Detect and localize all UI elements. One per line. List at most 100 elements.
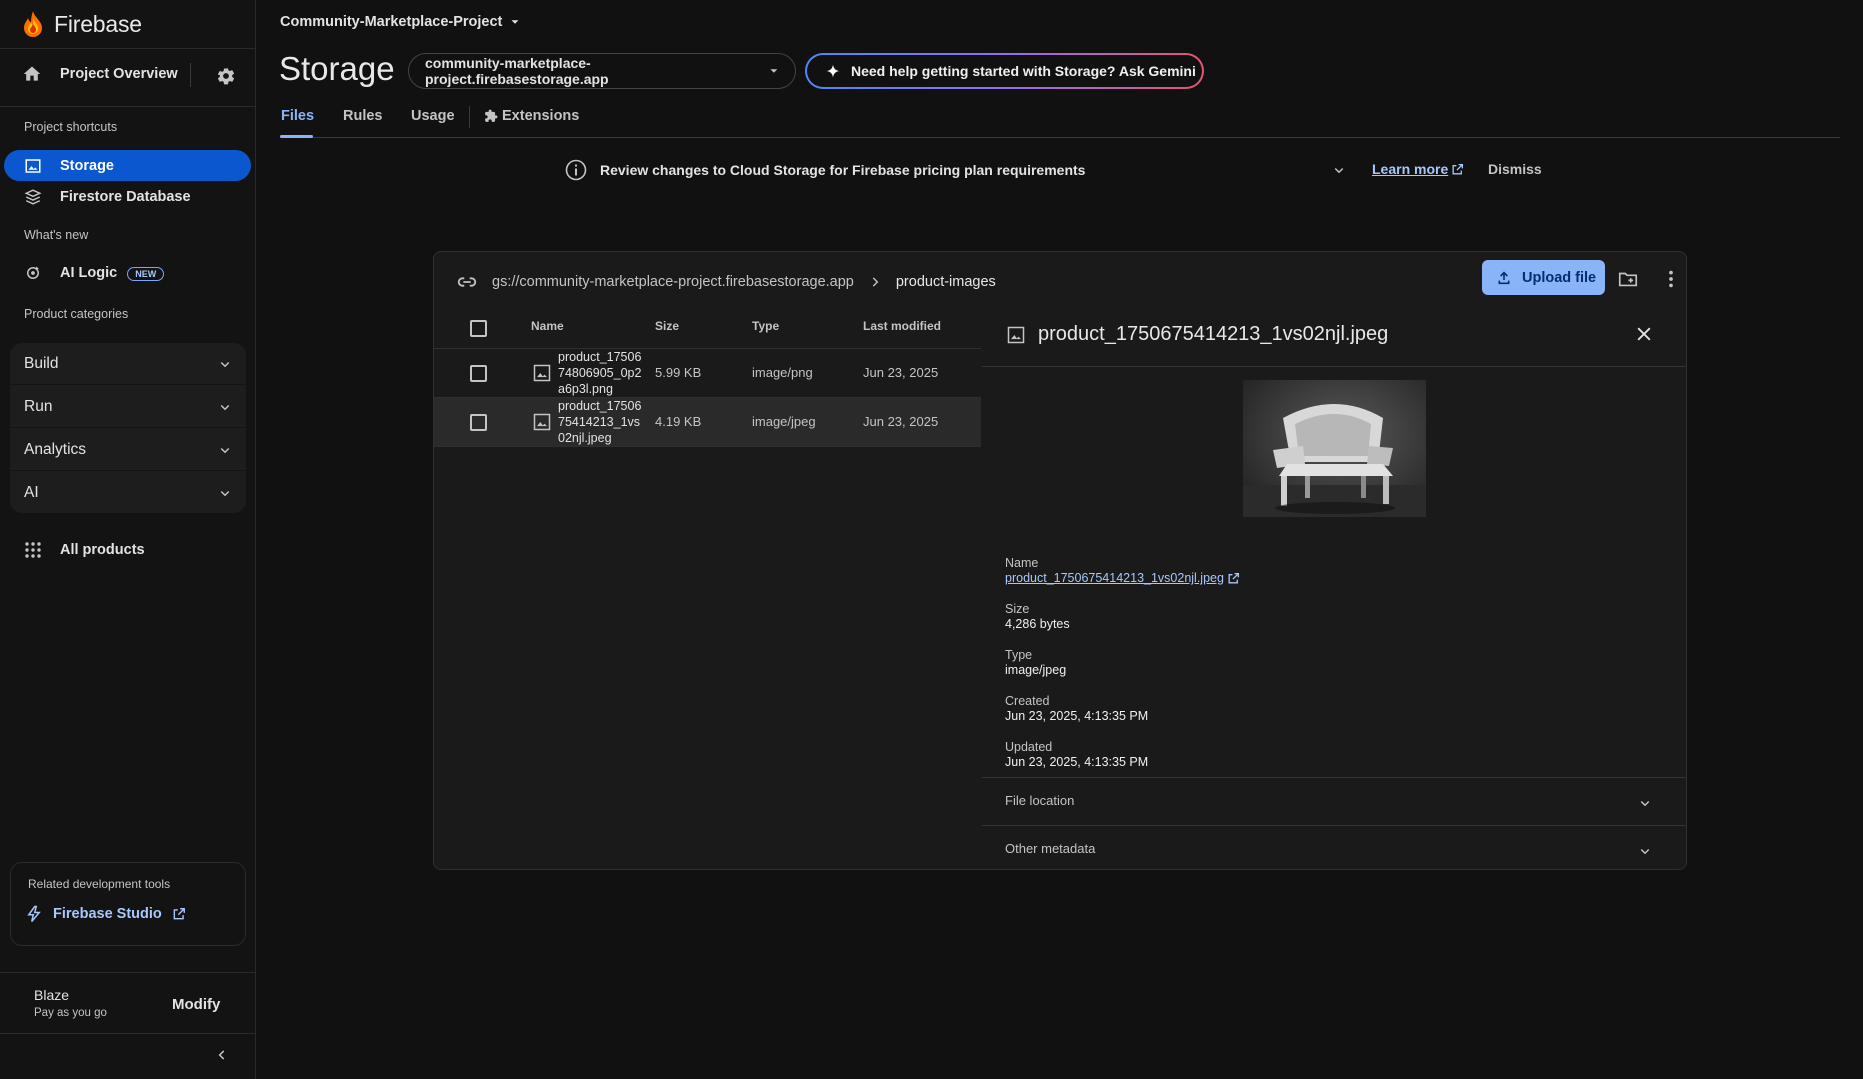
chevron-down-icon — [220, 447, 230, 453]
categories-label: Product categories — [24, 307, 129, 321]
link-icon[interactable] — [456, 271, 478, 293]
category-label: AI — [24, 484, 39, 501]
divider — [190, 63, 191, 87]
plan-name: Blaze — [34, 987, 70, 1003]
file-name[interactable]: product_1750674806905_0p2a6p3l.png — [558, 349, 642, 397]
size-value: 4,286 bytes — [1005, 617, 1070, 631]
updated-value: Jun 23, 2025, 4:13:35 PM — [1005, 755, 1149, 769]
created-label: Created — [1005, 694, 1050, 708]
project-selector[interactable]: Community-Marketplace-Project — [280, 14, 522, 30]
row-checkbox[interactable] — [470, 365, 487, 382]
chevron-down-icon — [1640, 800, 1650, 807]
sidebar-item-label: AI Logic — [60, 264, 118, 281]
sidebar-item-firestore[interactable]: Firestore Database — [4, 181, 251, 212]
project-name: Community-Marketplace-Project — [280, 14, 503, 30]
dismiss-button[interactable]: Dismiss — [1488, 161, 1542, 177]
divider — [982, 366, 1686, 367]
bucket-selector[interactable]: community-marketplace-project.firebasest… — [408, 53, 796, 89]
breadcrumb-current: product-images — [895, 274, 996, 290]
column-last-modified[interactable]: Last modified — [863, 319, 941, 333]
column-name[interactable]: Name — [531, 319, 564, 333]
sidebar-item-label: Firestore Database — [60, 188, 191, 205]
file-browser: gs://community-marketplace-project.fireb… — [433, 251, 1687, 870]
active-tab-indicator — [280, 135, 313, 138]
grid-icon — [25, 542, 41, 558]
collapse-sidebar-icon[interactable] — [215, 1048, 229, 1067]
tab-rules[interactable]: Rules — [343, 108, 383, 124]
tab-extensions[interactable]: Extensions — [484, 108, 579, 124]
modify-plan-button[interactable]: Modify — [172, 996, 220, 1013]
tab-label: Usage — [411, 108, 455, 124]
external-link-icon — [173, 908, 185, 920]
divider — [0, 106, 256, 107]
product-categories: Build Run Analytics AI — [10, 343, 246, 513]
chevron-right-icon — [872, 277, 879, 287]
firestore-icon — [24, 188, 42, 205]
ask-gemini-label: Need help getting started with Storage? … — [851, 63, 1196, 79]
divider — [0, 972, 256, 973]
accordion-label: File location — [1005, 793, 1075, 808]
upload-label: Upload file — [1522, 269, 1597, 286]
created-value: Jun 23, 2025, 4:13:35 PM — [1005, 709, 1149, 723]
column-size[interactable]: Size — [655, 319, 679, 333]
column-type[interactable]: Type — [752, 319, 779, 333]
learn-more-link[interactable]: Learn more — [1372, 161, 1464, 177]
image-preview — [1243, 380, 1426, 517]
sidebar-item-storage[interactable]: Storage — [4, 150, 251, 181]
table-row[interactable]: product_1750675414213_1vs02njl.jpeg 4.19… — [434, 397, 981, 446]
details-filename: product_1750675414213_1vs02njl.jpeg — [1038, 323, 1389, 345]
category-build[interactable]: Build — [10, 343, 246, 385]
sidebar-item-ai-logic[interactable]: AI Logic NEW — [4, 257, 251, 288]
all-products-label: All products — [60, 542, 145, 558]
tab-label: Files — [281, 108, 315, 124]
breadcrumb: gs://community-marketplace-project.fireb… — [456, 270, 996, 294]
more-options-icon[interactable] — [1660, 268, 1682, 295]
project-overview-label: Project Overview — [60, 66, 178, 82]
create-folder-icon[interactable] — [1617, 268, 1639, 295]
breadcrumb-root[interactable]: gs://community-marketplace-project.fireb… — [492, 274, 854, 290]
file-size: 4.19 KB — [655, 414, 702, 429]
related-tools-card: Related development tools Firebase Studi… — [10, 862, 246, 946]
billing-plan: Blaze Pay as you go — [34, 987, 107, 1019]
brand[interactable]: Firebase — [22, 10, 142, 38]
shortcuts-label: Project shortcuts — [24, 120, 118, 134]
learn-more-label: Learn more — [1372, 161, 1449, 177]
chevron-down-icon — [220, 490, 230, 497]
file-modified: Jun 23, 2025 — [863, 414, 939, 429]
settings-gear-icon[interactable] — [216, 66, 236, 91]
category-run[interactable]: Run — [10, 386, 246, 428]
image-file-icon — [1007, 326, 1025, 343]
category-ai[interactable]: AI — [10, 472, 246, 514]
caret-down-icon — [770, 69, 778, 73]
tab-files[interactable]: Files — [281, 108, 314, 124]
tab-usage[interactable]: Usage — [411, 108, 455, 124]
divider — [469, 106, 470, 128]
file-type: image/jpeg — [752, 414, 816, 429]
file-size: 5.99 KB — [655, 365, 702, 380]
chevron-down-icon[interactable] — [1330, 161, 1348, 179]
row-checkbox[interactable] — [470, 414, 487, 431]
file-location-accordion[interactable]: File location — [982, 777, 1686, 825]
project-overview-link[interactable]: Project Overview — [22, 64, 178, 84]
type-value: image/jpeg — [1005, 663, 1067, 677]
table-row[interactable]: product_1750674806905_0p2a6p3l.png 5.99 … — [434, 348, 981, 397]
close-icon[interactable] — [1634, 324, 1654, 349]
select-all-checkbox[interactable] — [470, 320, 487, 337]
sidebar: Firebase Project Overview Project shortc… — [0, 0, 256, 1079]
file-download-link[interactable]: product_1750675414213_1vs02njl.jpeg — [1005, 571, 1240, 585]
all-products-link[interactable]: All products — [24, 541, 145, 559]
chevron-down-icon — [1640, 848, 1650, 855]
upload-file-button[interactable]: Upload file — [1482, 260, 1605, 295]
accordion-label: Other metadata — [1005, 841, 1096, 856]
new-badge: NEW — [127, 266, 165, 281]
divider — [0, 48, 256, 49]
other-metadata-accordion[interactable]: Other metadata — [982, 825, 1686, 869]
category-label: Run — [24, 397, 53, 415]
chevron-down-icon — [220, 361, 230, 367]
firebase-studio-icon — [27, 905, 41, 922]
firebase-studio-link[interactable]: Firebase Studio — [25, 905, 186, 923]
banner-text: Review changes to Cloud Storage for Fire… — [600, 162, 1086, 178]
category-analytics[interactable]: Analytics — [10, 429, 246, 471]
file-name[interactable]: product_1750675414213_1vs02njl.jpeg — [558, 398, 642, 446]
ask-gemini-button[interactable]: Need help getting started with Storage? … — [805, 53, 1204, 89]
